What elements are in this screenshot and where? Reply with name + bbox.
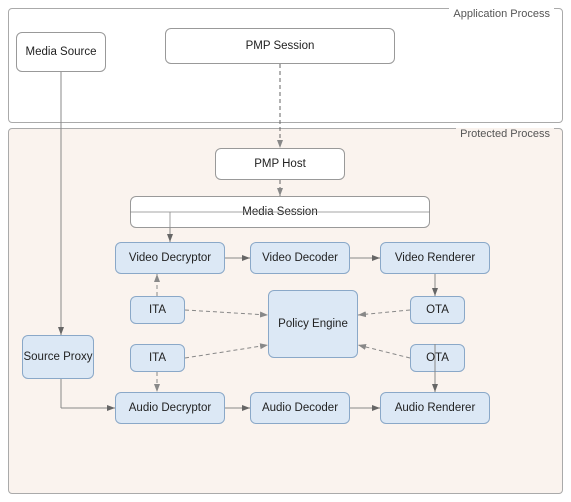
video-decoder-box: Video Decoder: [250, 242, 350, 274]
audio-decoder-box: Audio Decoder: [250, 392, 350, 424]
protected-process-label: Protected Process: [456, 128, 554, 140]
media-source-box: Media Source: [16, 32, 106, 72]
policy-engine-box: Policy Engine: [268, 290, 358, 358]
ota-bottom-box: OTA: [410, 344, 465, 372]
video-renderer-box: Video Renderer: [380, 242, 490, 274]
ita-top-box: ITA: [130, 296, 185, 324]
pmp-host-box: PMP Host: [215, 148, 345, 180]
ita-bottom-box: ITA: [130, 344, 185, 372]
pmp-session-box: PMP Session: [165, 28, 395, 64]
audio-decryptor-box: Audio Decryptor: [115, 392, 225, 424]
app-process-label: Application Process: [449, 8, 554, 20]
ota-top-box: OTA: [410, 296, 465, 324]
audio-renderer-box: Audio Renderer: [380, 392, 490, 424]
source-proxy-box: Source Proxy: [22, 335, 94, 379]
media-session-box: Media Session: [130, 196, 430, 228]
video-decryptor-box: Video Decryptor: [115, 242, 225, 274]
